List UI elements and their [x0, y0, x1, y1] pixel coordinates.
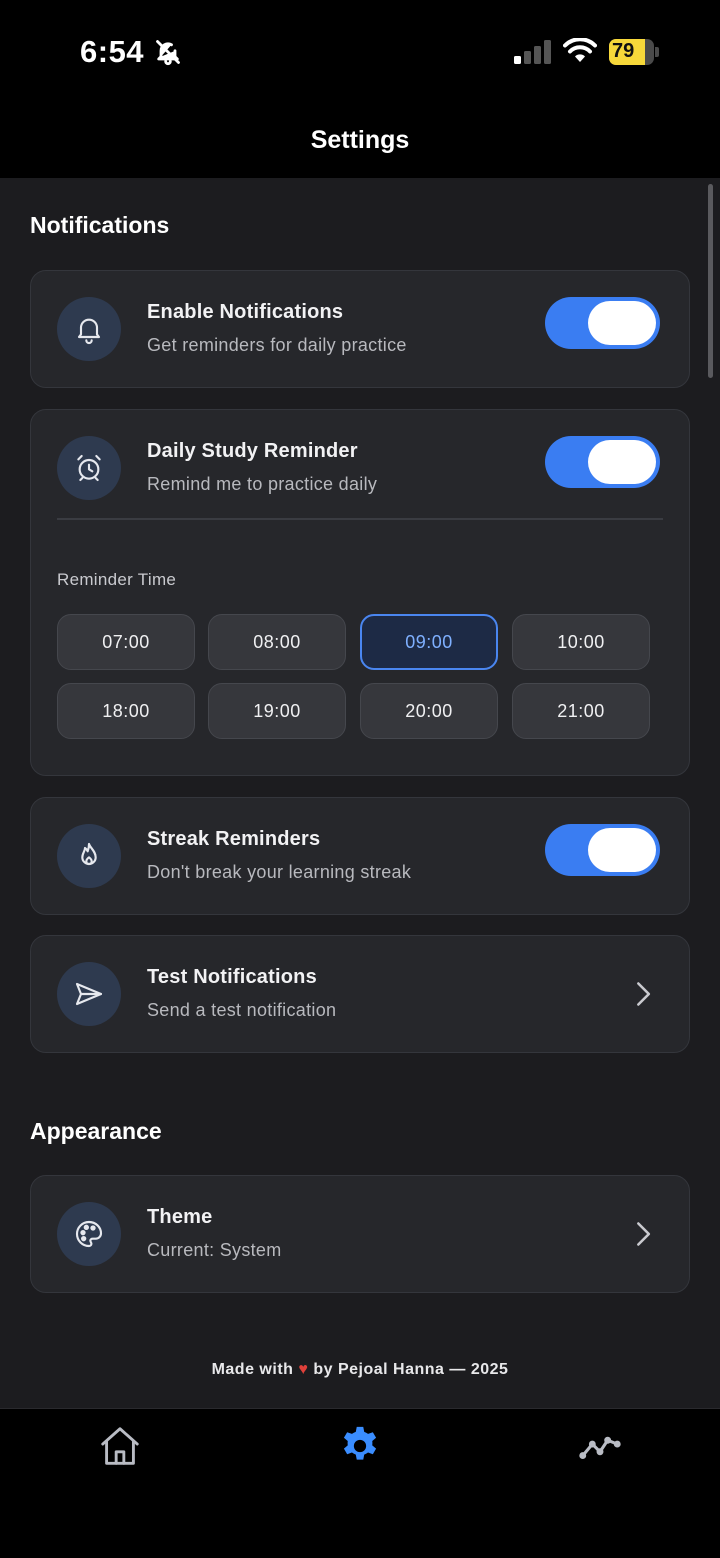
- tab-bar: [0, 1408, 720, 1558]
- wifi-icon: [563, 38, 597, 62]
- enable-notifications-toggle[interactable]: [545, 297, 660, 349]
- page-title: Settings: [310, 126, 410, 154]
- row-subtitle: Send a test notification: [147, 1000, 337, 1020]
- row-subtitle: Don't break your learning streak: [147, 862, 412, 882]
- cellular-signal-icon: [514, 40, 551, 64]
- time-chip-0700[interactable]: 07:00: [57, 614, 195, 670]
- tab-settings[interactable]: [335, 1421, 385, 1471]
- send-icon-circle: [57, 962, 121, 1026]
- footer-prefix: Made with: [211, 1361, 294, 1378]
- alarm-icon-circle: [57, 436, 121, 500]
- send-icon: [75, 982, 103, 1006]
- alarm-clock-icon: [77, 454, 101, 482]
- streak-reminders-toggle[interactable]: [545, 824, 660, 876]
- time-chip-1000[interactable]: 10:00: [512, 614, 650, 670]
- divider: [57, 518, 663, 520]
- settings-content[interactable]: Notifications Enable Notifications Get r…: [0, 178, 720, 1408]
- battery-indicator: 79: [609, 39, 659, 65]
- header: Settings: [0, 100, 720, 178]
- footer-suffix: by Pejoal Hanna — 2025: [313, 1361, 509, 1378]
- section-title-notifications: Notifications: [30, 212, 170, 238]
- time-chip-1800[interactable]: 18:00: [57, 683, 195, 739]
- chevron-right-icon: [637, 982, 651, 1006]
- bell-off-icon: [156, 40, 180, 66]
- section-title-appearance: Appearance: [30, 1118, 162, 1144]
- tab-home[interactable]: [95, 1421, 145, 1471]
- tab-stats[interactable]: [575, 1421, 625, 1471]
- time-chip-2000[interactable]: 20:00: [360, 683, 498, 739]
- streak-reminders-row[interactable]: Streak Reminders Don't break your learni…: [30, 797, 690, 915]
- row-title: Theme: [147, 1206, 213, 1228]
- time-chip-0900[interactable]: 09:00: [360, 614, 498, 670]
- row-subtitle: Get reminders for daily practice: [147, 335, 407, 355]
- row-title: Test Notifications: [147, 966, 317, 988]
- time-chip-1900[interactable]: 19:00: [208, 683, 346, 739]
- daily-reminder-toggle[interactable]: [545, 436, 660, 488]
- heart-icon: ♥: [298, 1361, 309, 1378]
- test-notifications-row[interactable]: Test Notifications Send a test notificat…: [30, 935, 690, 1053]
- bell-icon: [77, 318, 101, 344]
- row-subtitle: Current: System: [147, 1240, 282, 1260]
- row-subtitle: Remind me to practice daily: [147, 474, 378, 494]
- daily-study-reminder-card: Daily Study Reminder Remind me to practi…: [30, 409, 690, 776]
- battery-percent: 79: [612, 40, 635, 62]
- palette-icon-circle: [57, 1202, 121, 1266]
- time-chip-2100[interactable]: 21:00: [512, 683, 650, 739]
- settings-gear-icon: [343, 1426, 377, 1460]
- flame-icon-circle: [57, 824, 121, 888]
- palette-icon: [75, 1220, 103, 1248]
- row-title: Streak Reminders: [147, 828, 321, 850]
- enable-notifications-row[interactable]: Enable Notifications Get reminders for d…: [30, 270, 690, 388]
- stats-line-icon: [579, 1436, 621, 1460]
- row-title: Enable Notifications: [147, 301, 344, 323]
- reminder-time-label: Reminder Time: [57, 570, 177, 589]
- chevron-right-icon: [637, 1222, 651, 1246]
- status-time: 6:54: [80, 34, 145, 69]
- status-bar: 6:54 79: [0, 0, 720, 100]
- flame-icon: [81, 842, 97, 866]
- bell-icon-circle: [57, 297, 121, 361]
- footer-credit: Made with ♥ by Pejoal Hanna — 2025: [0, 1361, 720, 1379]
- row-title: Daily Study Reminder: [147, 440, 358, 462]
- home-icon: [101, 1427, 139, 1465]
- theme-row[interactable]: Theme Current: System: [30, 1175, 690, 1293]
- time-chip-0800[interactable]: 08:00: [208, 614, 346, 670]
- scrollbar[interactable]: [708, 184, 713, 378]
